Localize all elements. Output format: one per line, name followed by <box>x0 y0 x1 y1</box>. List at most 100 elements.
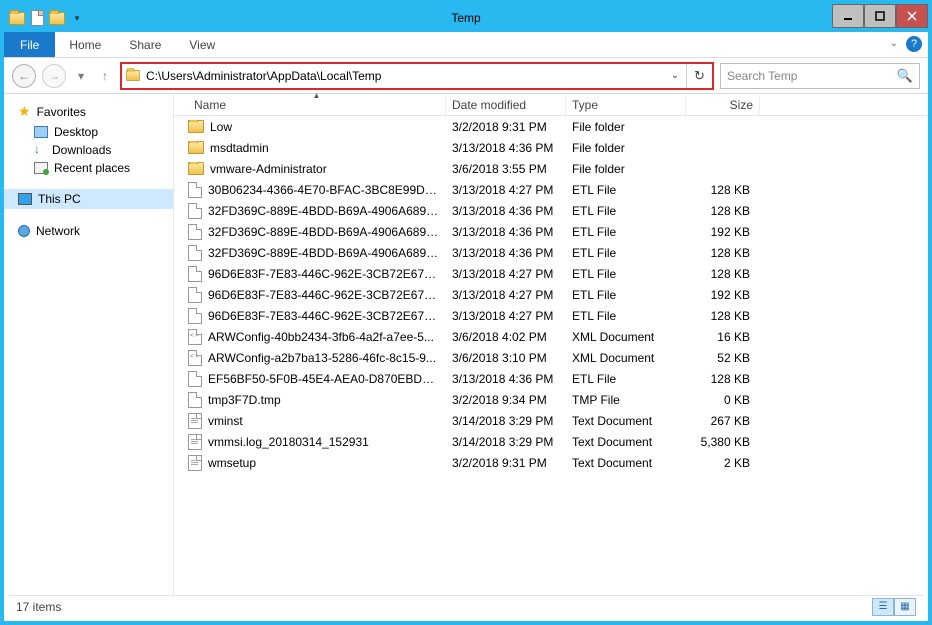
file-row[interactable]: 32FD369C-889E-4BDD-B69A-4906A68913... 3/1… <box>174 242 928 263</box>
sidebar-item-downloads[interactable]: Downloads <box>4 141 173 159</box>
file-date: 3/13/2018 4:36 PM <box>446 141 566 155</box>
up-button[interactable]: ↑ <box>96 64 114 88</box>
file-name: EF56BF50-5F0B-45E4-AEA0-D870EBD1224... <box>208 372 440 386</box>
file-row[interactable]: wmsetup3/2/2018 9:31 PMText Document2 KB <box>174 452 928 473</box>
file-row[interactable]: 96D6E83F-7E83-446C-962E-3CB72E67CD0...3/… <box>174 263 928 284</box>
navigation-bar: ← → ▾ ↑ C:\Users\Administrator\AppData\L… <box>4 58 928 94</box>
search-input[interactable]: Search Temp 🔍 <box>720 63 920 89</box>
address-bar[interactable]: C:\Users\Administrator\AppData\Local\Tem… <box>120 62 714 90</box>
tab-home[interactable]: Home <box>55 32 115 57</box>
file-size: 128 KB <box>686 204 760 218</box>
file-name: 30B06234-4366-4E70-BFAC-3BC8E99D97... <box>208 183 440 197</box>
column-size[interactable]: Size <box>686 95 760 115</box>
tab-view[interactable]: View <box>175 32 229 57</box>
file-type: File folder <box>566 120 686 134</box>
file-type: ETL File <box>566 267 686 281</box>
sidebar-item-recent-places[interactable]: Recent places <box>4 159 173 177</box>
file-type: XML Document <box>566 330 686 344</box>
address-dropdown-icon[interactable]: ⌄ <box>664 70 686 81</box>
file-row[interactable]: EF56BF50-5F0B-45E4-AEA0-D870EBD1224... 3/… <box>174 368 928 389</box>
file-size: 128 KB <box>686 372 760 386</box>
file-row[interactable]: 96D6E83F-7E83-446C-962E-3CB72E67CD0...3/… <box>174 284 928 305</box>
file-size: 2 KB <box>686 456 760 470</box>
help-icon[interactable]: ? <box>906 36 922 52</box>
column-date[interactable]: Date modified <box>446 95 566 115</box>
back-button[interactable]: ← <box>12 64 36 88</box>
file-icon <box>188 308 202 324</box>
file-row[interactable]: msdtadmin3/13/2018 4:36 PMFile folder <box>174 137 928 158</box>
sidebar-network[interactable]: Network <box>4 221 173 241</box>
file-date: 3/2/2018 9:34 PM <box>446 393 566 407</box>
address-path[interactable]: C:\Users\Administrator\AppData\Local\Tem… <box>144 69 664 83</box>
file-row[interactable]: ARWConfig-40bb2434-3fb6-4a2f-a7ee-5...3/… <box>174 326 928 347</box>
location-folder-icon <box>122 69 144 82</box>
forward-button[interactable]: → <box>42 64 66 88</box>
file-row[interactable]: vmware-Administrator3/6/2018 3:55 PMFile… <box>174 158 928 179</box>
file-type: Text Document <box>566 456 686 470</box>
file-icon <box>188 224 202 240</box>
file-row[interactable]: ARWConfig-a2b7ba13-5286-46fc-8c15-9...3/… <box>174 347 928 368</box>
file-menu[interactable]: File <box>4 32 55 57</box>
properties-icon[interactable] <box>28 9 46 27</box>
maximize-button[interactable] <box>864 4 896 28</box>
file-type: ETL File <box>566 309 686 323</box>
file-name: 96D6E83F-7E83-446C-962E-3CB72E67CD0... <box>208 288 440 302</box>
file-type: File folder <box>566 141 686 155</box>
file-icon <box>188 392 202 408</box>
file-row[interactable]: 96D6E83F-7E83-446C-962E-3CB72E67CD0...3/… <box>174 305 928 326</box>
column-name[interactable]: Name▲ <box>188 95 446 115</box>
sidebar-item-desktop[interactable]: Desktop <box>4 123 173 141</box>
file-date: 3/13/2018 4:36 PM <box>446 246 566 260</box>
file-name: vmmsi.log_20180314_152931 <box>208 435 369 449</box>
file-date: 3/2/2018 9:31 PM <box>446 120 566 134</box>
file-icon <box>188 245 202 261</box>
file-list-pane: Name▲ Date modified Type Size Low3/2/201… <box>174 94 928 599</box>
close-button[interactable] <box>896 4 928 28</box>
file-date: 3/13/2018 4:27 PM <box>446 267 566 281</box>
file-date: 3/6/2018 3:55 PM <box>446 162 566 176</box>
folder-icon <box>8 9 26 27</box>
xml-file-icon <box>188 350 202 366</box>
tab-share[interactable]: Share <box>115 32 175 57</box>
ribbon: File Home Share View ⌄ ? <box>4 32 928 58</box>
column-type[interactable]: Type <box>566 95 686 115</box>
file-name: 96D6E83F-7E83-446C-962E-3CB72E67CD0... <box>208 309 440 323</box>
file-row[interactable]: vminst3/14/2018 3:29 PMText Document267 … <box>174 410 928 431</box>
xml-file-icon <box>188 329 202 345</box>
file-name: tmp3F7D.tmp <box>208 393 281 407</box>
details-view-button[interactable]: ☰ <box>872 598 894 616</box>
file-date: 3/2/2018 9:31 PM <box>446 456 566 470</box>
qat-dropdown-icon[interactable]: ▾ <box>68 9 86 27</box>
titlebar: ▾ Temp <box>4 4 928 32</box>
file-type: Text Document <box>566 435 686 449</box>
file-name: ARWConfig-a2b7ba13-5286-46fc-8c15-9... <box>208 351 436 365</box>
file-row[interactable]: 32FD369C-889E-4BDD-B69A-4906A68913...3/1… <box>174 200 928 221</box>
file-size: 128 KB <box>686 183 760 197</box>
network-icon <box>18 225 30 237</box>
refresh-button[interactable]: ↻ <box>686 64 712 88</box>
file-name: 32FD369C-889E-4BDD-B69A-4906A68913... <box>208 204 440 218</box>
file-row[interactable]: 30B06234-4366-4E70-BFAC-3BC8E99D97... 3/1… <box>174 179 928 200</box>
file-name: 32FD369C-889E-4BDD-B69A-4906A68913... <box>208 246 440 260</box>
file-size: 16 KB <box>686 330 760 344</box>
file-date: 3/13/2018 4:36 PM <box>446 372 566 386</box>
sidebar-this-pc[interactable]: This PC <box>4 189 173 209</box>
recent-locations-icon[interactable]: ▾ <box>72 64 90 88</box>
file-type: ETL File <box>566 183 686 197</box>
sidebar-favorites[interactable]: ★ Favorites <box>4 100 173 123</box>
file-row[interactable]: 32FD369C-889E-4BDD-B69A-4906A68913...3/1… <box>174 221 928 242</box>
folder-icon <box>188 120 204 133</box>
file-row[interactable]: Low3/2/2018 9:31 PMFile folder <box>174 116 928 137</box>
file-row[interactable]: tmp3F7D.tmp3/2/2018 9:34 PMTMP File0 KB <box>174 389 928 410</box>
file-date: 3/13/2018 4:27 PM <box>446 183 566 197</box>
new-folder-icon[interactable] <box>48 9 66 27</box>
file-name: ARWConfig-40bb2434-3fb6-4a2f-a7ee-5... <box>208 330 434 344</box>
minimize-button[interactable] <box>832 4 864 28</box>
ribbon-collapse-icon[interactable]: ⌄ <box>890 38 898 49</box>
file-rows: Low3/2/2018 9:31 PMFile foldermsdtadmin3… <box>174 116 928 599</box>
file-row[interactable]: vmmsi.log_20180314_1529313/14/2018 3:29 … <box>174 431 928 452</box>
icons-view-button[interactable]: ▦ <box>894 598 916 616</box>
navigation-pane: ★ Favorites Desktop Downloads Recent pla… <box>4 94 174 599</box>
file-name: 32FD369C-889E-4BDD-B69A-4906A68913... <box>208 225 440 239</box>
sort-ascending-icon: ▲ <box>313 91 321 100</box>
